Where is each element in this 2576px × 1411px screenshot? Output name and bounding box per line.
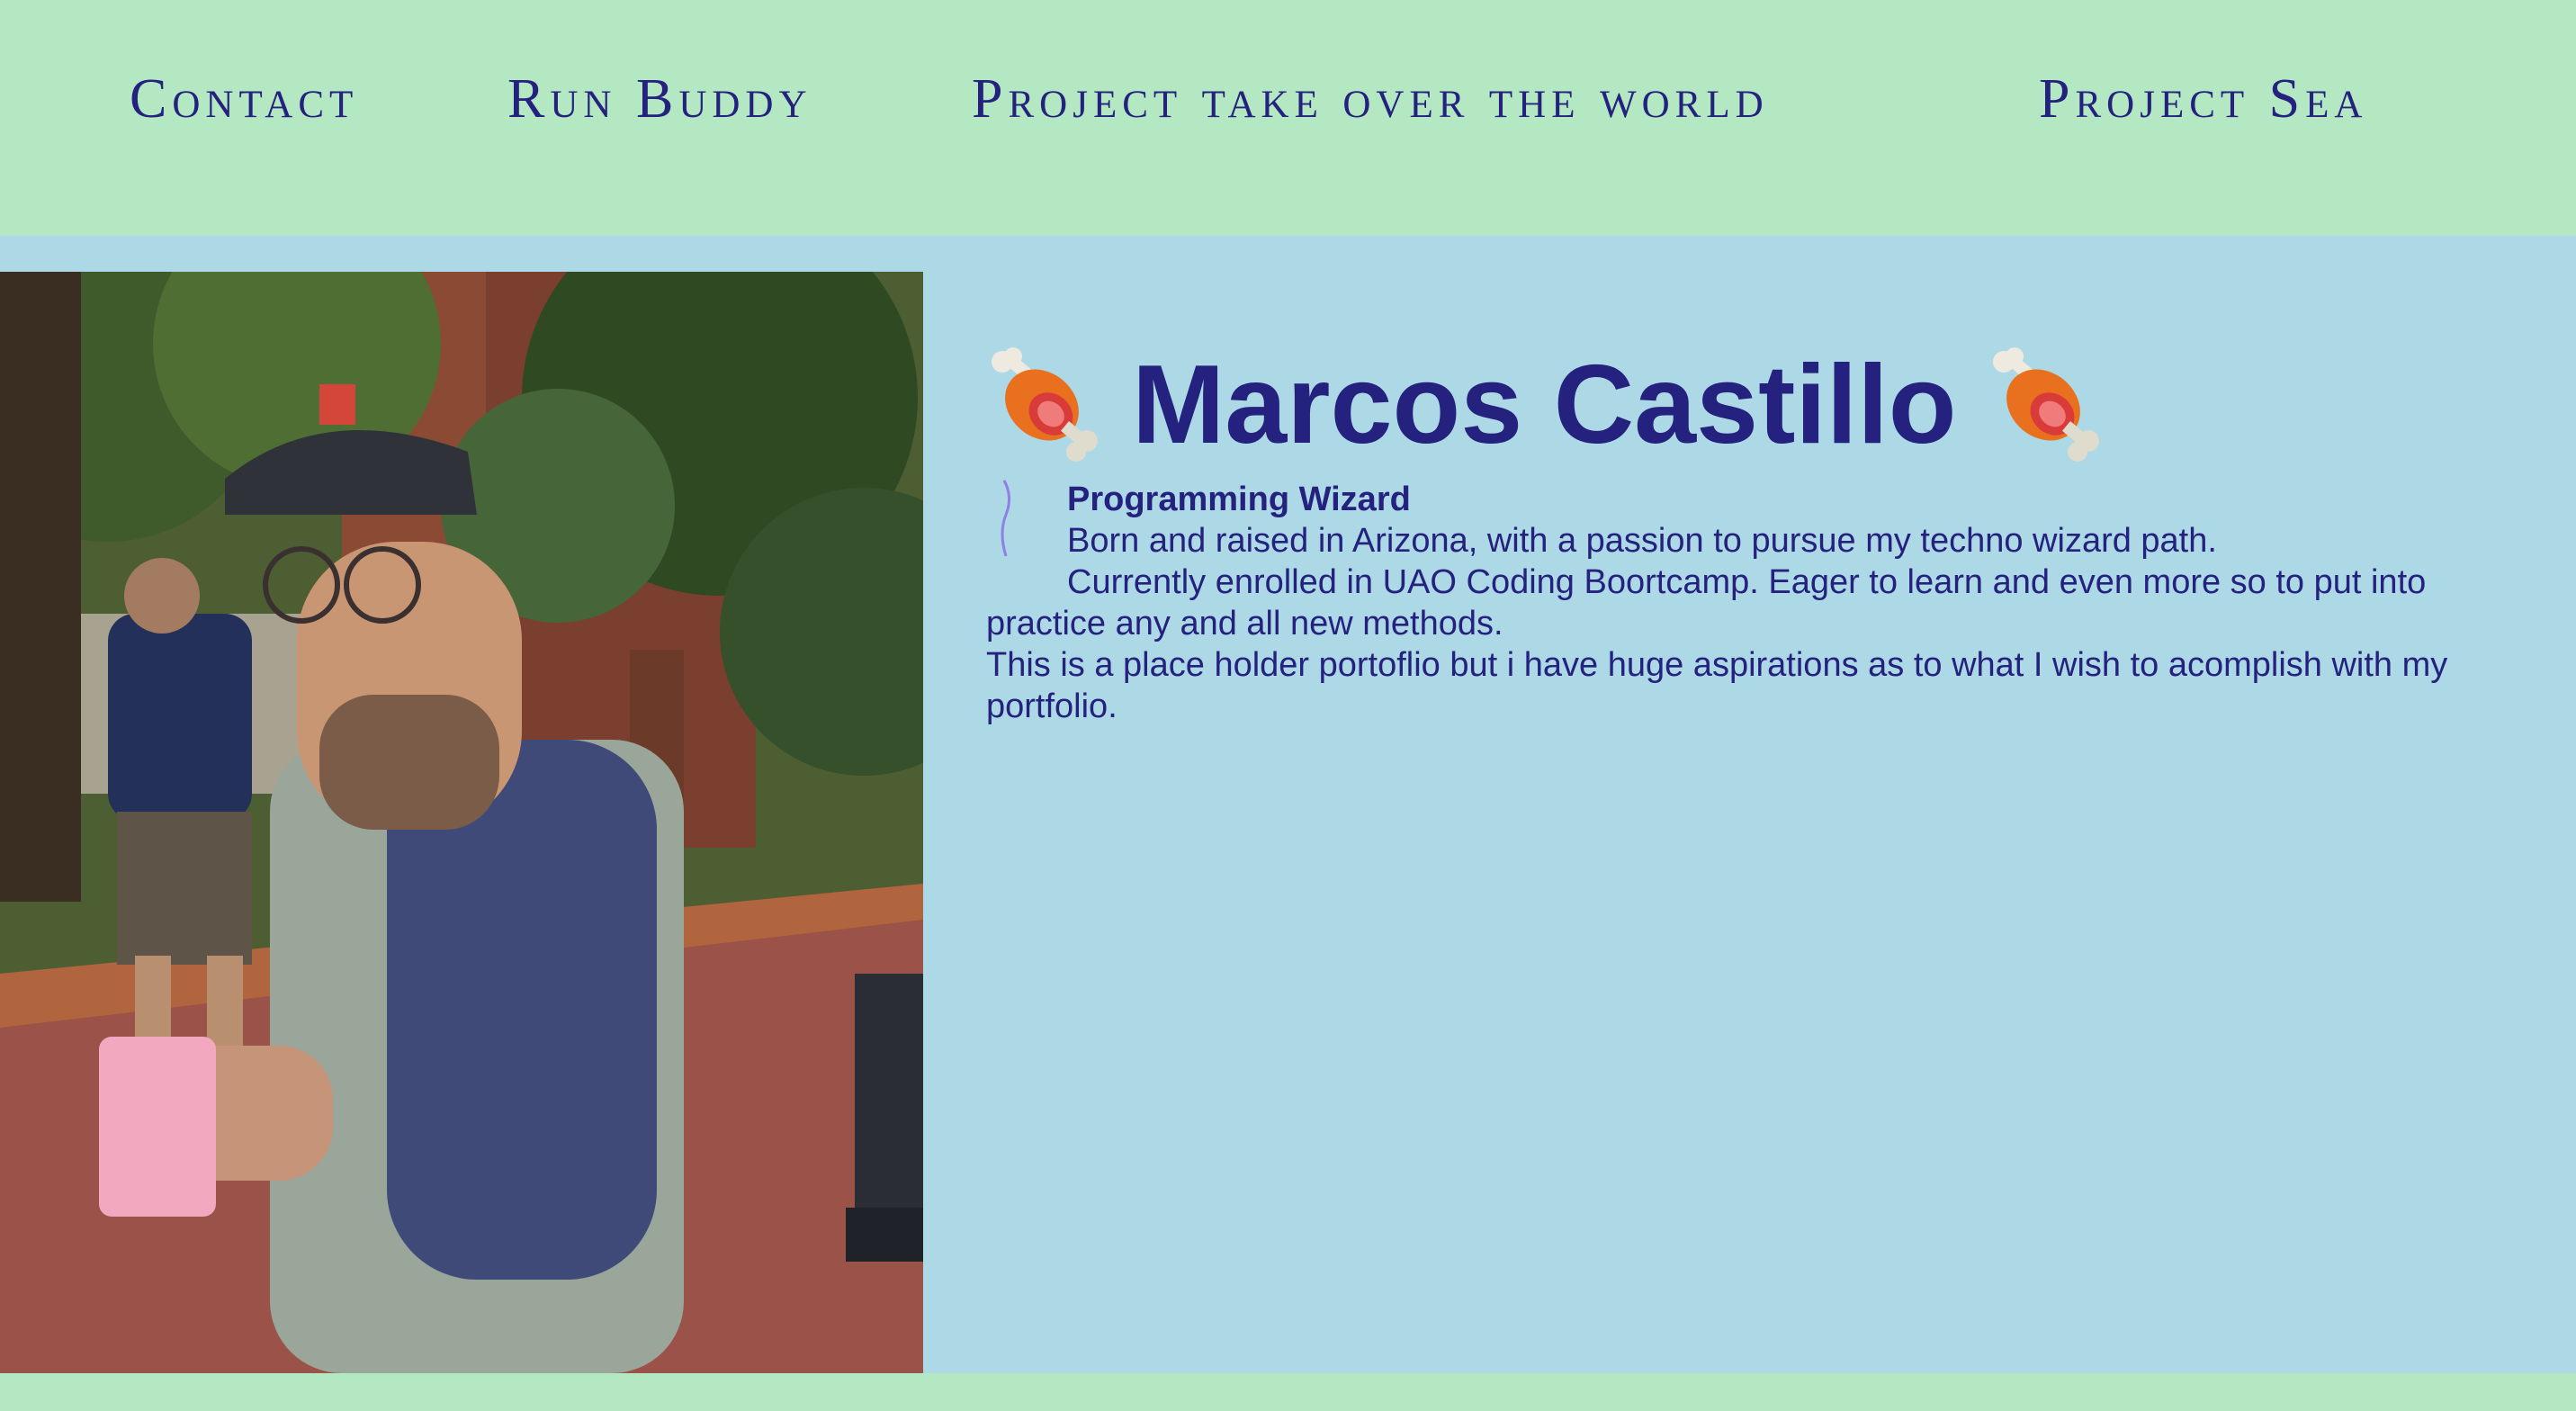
- nav-link-run-buddy[interactable]: Run Buddy: [507, 65, 812, 133]
- bio-text: Programming Wizard Born and raised in Ar…: [986, 479, 2552, 727]
- profile-section: Marcos Castillo Programming Wizard Born …: [0, 236, 2576, 1373]
- blockquote-line-icon: [1001, 480, 1010, 557]
- nav-link-project-take-over-the-world[interactable]: Project take over the world: [972, 65, 1769, 133]
- profile-content: Marcos Castillo Programming Wizard Born …: [986, 333, 2552, 727]
- profile-photo: [0, 272, 923, 1373]
- nav-link-contact[interactable]: Contact: [130, 65, 358, 133]
- meat-on-bone-icon: [1992, 347, 2099, 462]
- page-title: Marcos Castillo: [1132, 343, 1957, 467]
- bio-line-portfolio: This is a place holder portoflio but i h…: [986, 646, 2448, 725]
- bio-title: Programming Wizard: [1067, 481, 1411, 518]
- meat-on-bone-icon: [992, 347, 1098, 462]
- bio-line-origin: Born and raised in Arizona, with a passi…: [1067, 522, 2217, 560]
- top-nav: Contact Run Buddy Project take over the …: [0, 0, 2576, 236]
- profile-header: Marcos Castillo: [986, 333, 2552, 477]
- bio-line-bootcamp: Currently enrolled in UAO Coding Boortca…: [986, 563, 2427, 643]
- nav-link-project-sea[interactable]: Project Sea: [2039, 65, 2367, 133]
